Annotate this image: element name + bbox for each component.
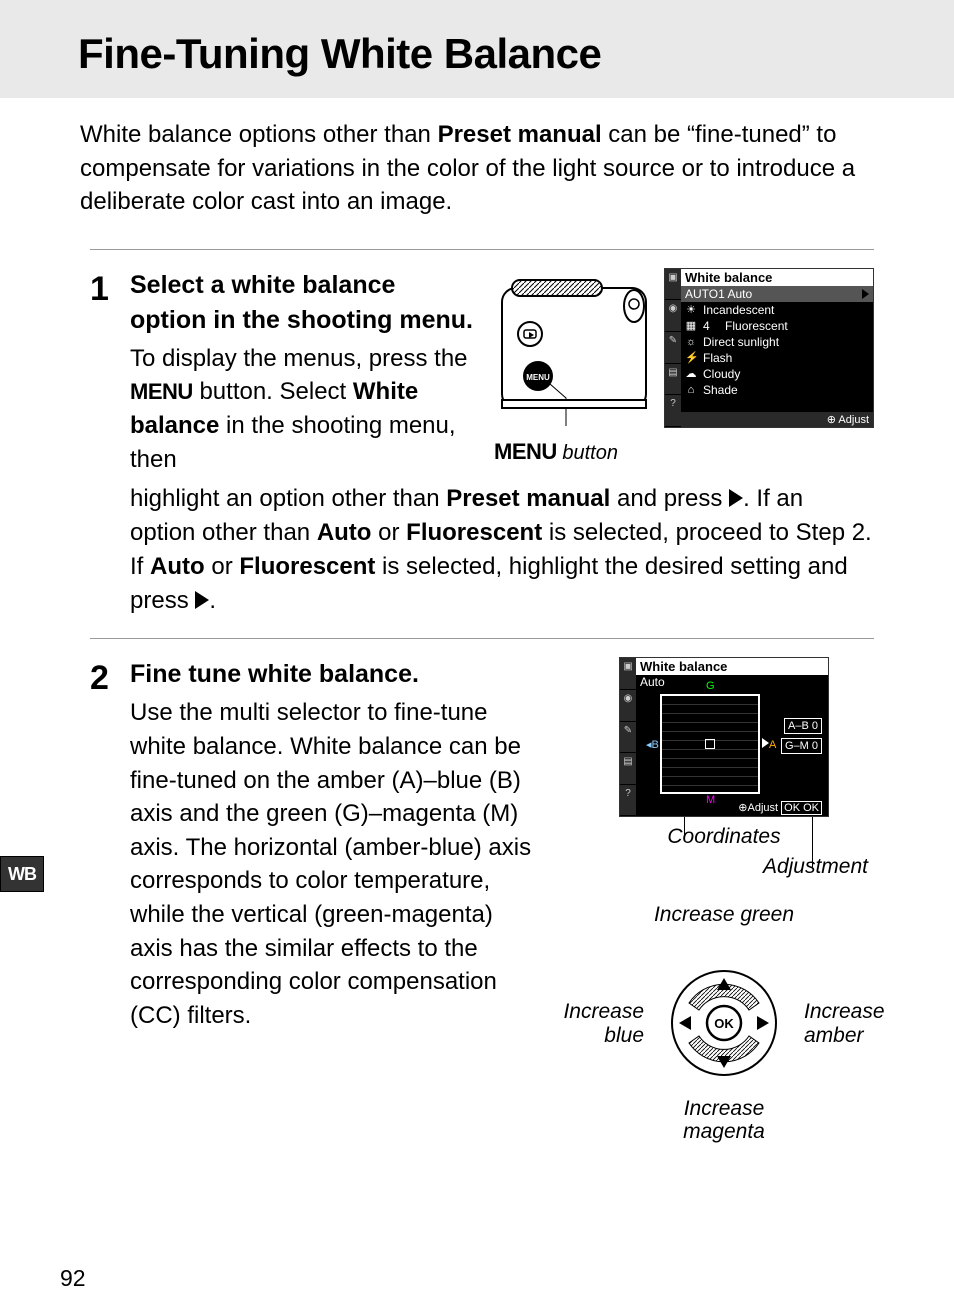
increase-green-label: Increase green [654,903,794,926]
step-2-number: 2 [90,657,130,1133]
step-2-body: Use the multi selector to fine-tune whit… [130,699,531,1028]
adjustment-label: Adjustment [574,855,874,879]
step-1-number: 1 [90,268,130,619]
step-1: 1 Select a white balance option in the s… [0,250,954,639]
gm-coord: G–M 0 [781,738,822,754]
ok-button-label: OK [714,1016,734,1031]
menu-button-caption: MENU button [494,439,654,465]
dpad-icon: OK [669,968,779,1078]
page-title: Fine-Tuning White Balance [0,30,954,78]
svg-text:MENU: MENU [526,373,550,382]
camera-illustration: MENU MENU button [494,268,654,465]
increase-amber-label: Increase amber [804,1000,894,1046]
lcd-footer: ⊕ Adjust [681,412,873,427]
wb-grid [660,694,760,794]
axis-b-label: ◂B [646,738,659,751]
side-tab-wb: WB [0,856,44,892]
step-2-title: Fine tune white balance. [130,657,536,692]
tab-icon: ▣ [665,269,681,301]
dpad-diagram: Increase green Increase blue Increase am… [574,913,874,1133]
step-1-continuation: highlight an option other than Preset ma… [130,482,874,618]
increase-blue-label: Increase blue [554,1000,644,1046]
step-2: 2 Fine tune white balance. Use the multi… [0,639,954,1153]
shade-icon: ⌂ [685,384,697,396]
lcd-menu-screenshot: ▣ ◉ ✎ ▤ ? White balance AUTO1 Auto ☀Inca… [664,268,874,428]
lcd-title: White balance [681,269,873,286]
tab-icon: ✎ [665,332,681,364]
intro-paragraph: White balance options other than Preset … [0,98,954,249]
coordinates-label: Coordinates [574,825,874,849]
increase-magenta-label: Increase magenta [649,1097,799,1143]
flash-icon: ⚡ [685,351,697,364]
step-1-title: Select a white balance option in the sho… [130,268,476,338]
incandescent-icon: ☀ [685,303,697,316]
lcd-finetune-screenshot: ▣◉✎▤? White balance Auto G M ◂B A A–B 0 … [619,657,829,817]
menu-word: MENU [130,379,193,404]
cloudy-icon: ☁ [685,367,697,380]
page-number: 92 [60,1265,86,1292]
arrow-right-icon [729,489,743,507]
lcd-auto-row: AUTO1 Auto [681,286,873,302]
sunlight-icon: ☼ [685,336,697,348]
arrow-right-icon [195,591,209,609]
arrow-right-icon [862,289,869,299]
ab-coord: A–B 0 [784,718,822,734]
tab-icon: ? [665,395,681,427]
tab-icon: ▤ [665,364,681,396]
fluorescent-icon: ▦ [685,319,697,332]
axis-a-label: A [762,738,776,751]
tab-icon: ◉ [665,300,681,332]
